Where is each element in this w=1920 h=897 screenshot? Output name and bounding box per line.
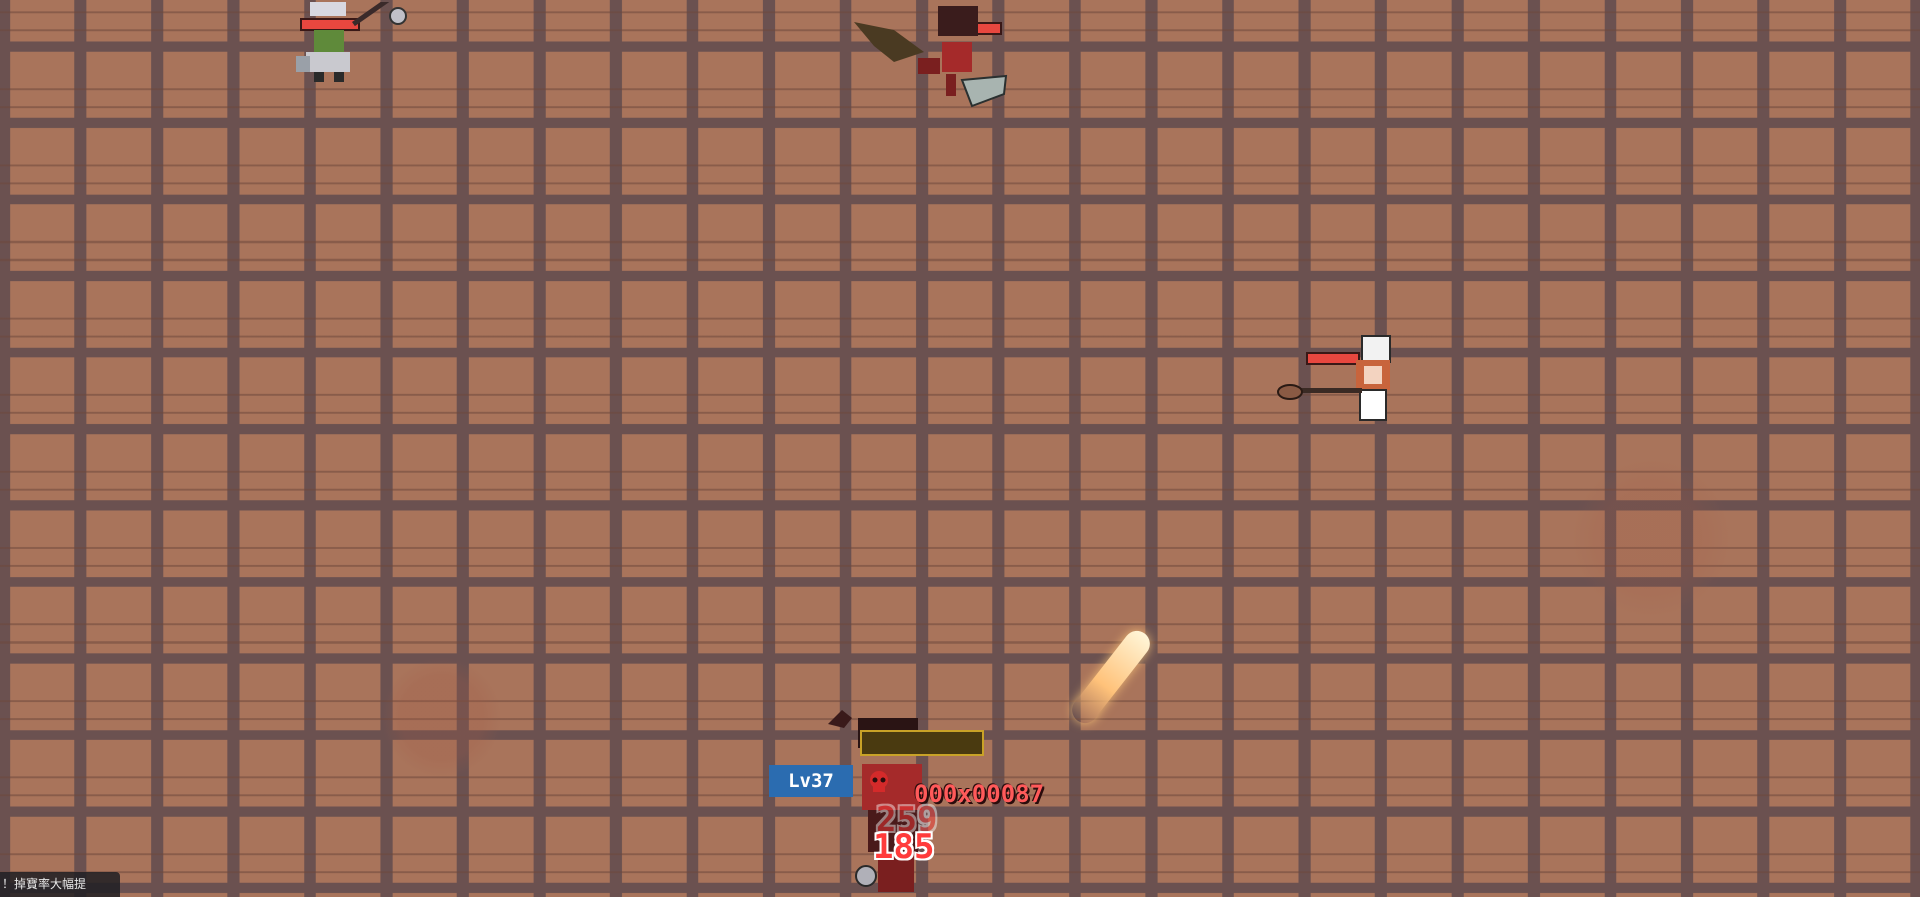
enemy-goblin-mace[interactable] <box>292 2 418 84</box>
drop-rate-notice: ！掉寶率大幅提 <box>0 872 120 897</box>
goblin-sprite <box>296 2 407 82</box>
player-title-plate <box>860 730 984 756</box>
player-level-badge: Lv37 <box>769 765 853 797</box>
game-viewport[interactable]: Lv37 000x00087 259 185 ！掉寶率大幅提 <box>0 0 1920 897</box>
enemy-bat-demon[interactable] <box>854 2 1014 108</box>
bat-demon-sprite <box>854 6 1008 108</box>
skull-icon <box>866 770 892 792</box>
enemy-chef-girl[interactable] <box>1274 332 1394 432</box>
chef-girl-sprite <box>1277 335 1391 421</box>
damage-number: 185 <box>873 827 935 867</box>
